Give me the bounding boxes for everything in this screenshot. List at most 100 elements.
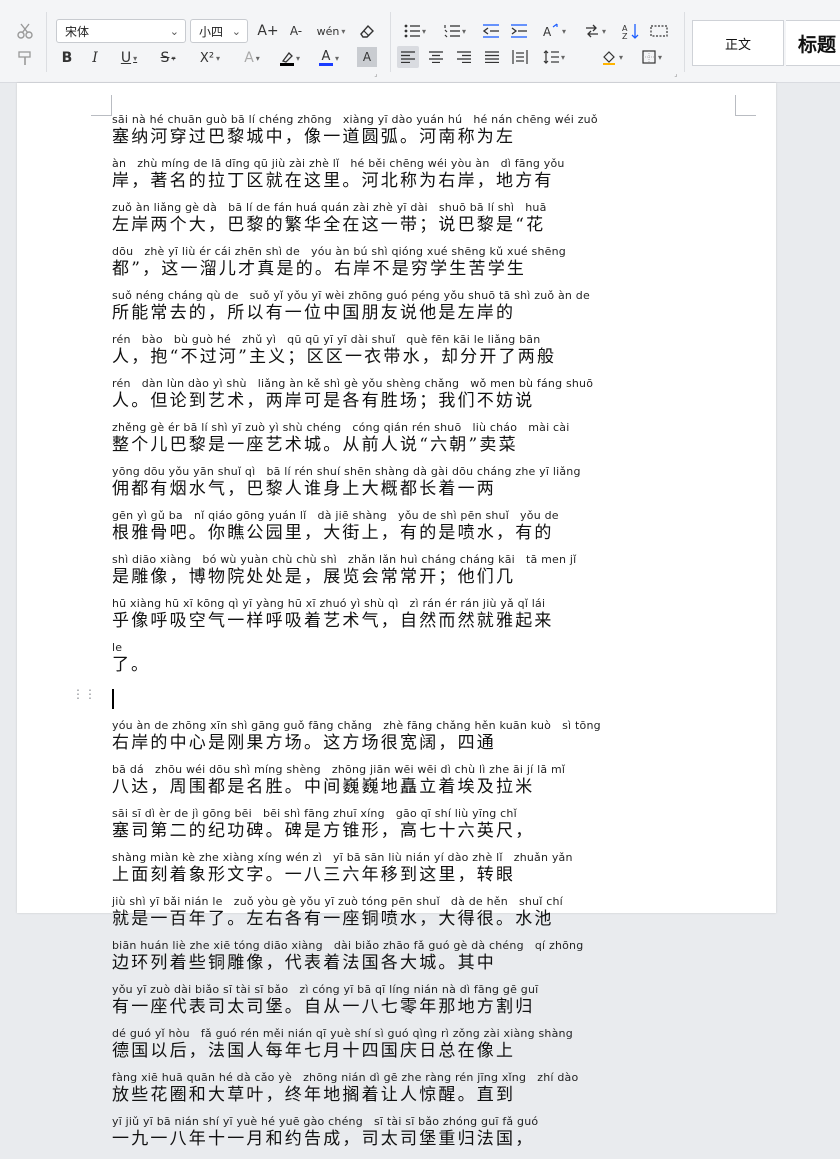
- chevron-down-icon[interactable]: ▾: [171, 54, 175, 63]
- align-center-button[interactable]: [425, 46, 447, 68]
- pinyin-text: dōu zhè yī liù ér cái zhēn shì de yóu àn…: [112, 245, 566, 258]
- chevron-down-icon[interactable]: ▾: [462, 27, 466, 36]
- ruby-line[interactable]: yǒu yī zuò dài biǎo sī tài sī bǎo zì cón…: [112, 983, 734, 1027]
- chevron-down-icon[interactable]: ▾: [562, 27, 566, 36]
- ruby-line[interactable]: sāi nà hé chuān guò bā lí chéng zhōng xi…: [112, 113, 734, 157]
- font-size-select[interactable]: 小四 ⌄: [190, 19, 248, 43]
- chevron-down-icon[interactable]: ⌄: [170, 25, 179, 38]
- bullet-list-button[interactable]: ▾: [400, 20, 430, 42]
- chevron-down-icon[interactable]: ▾: [422, 27, 426, 36]
- line-spacing-button[interactable]: ▾: [538, 46, 570, 68]
- chevron-down-icon[interactable]: ▾: [658, 53, 662, 62]
- document-body[interactable]: sāi nà hé chuān guò bā lí chéng zhōng xi…: [72, 113, 734, 1159]
- sort-icon: AZ: [622, 24, 639, 39]
- hanzi-text: 左岸两个大，巴黎的繁华全在这一带；说巴黎是“花: [112, 215, 546, 235]
- ruby-line[interactable]: shì diāo xiàng bó wù yuàn chù chù shì zh…: [112, 553, 734, 597]
- empty-paragraph[interactable]: ⋮⋮: [72, 685, 734, 719]
- ruby-line[interactable]: dōu zhè yī liù ér cái zhēn shì de yóu àn…: [112, 245, 734, 289]
- numbered-list-button[interactable]: ▾: [440, 20, 470, 42]
- chevron-down-icon[interactable]: ▾: [296, 54, 300, 63]
- highlight-button[interactable]: ▾: [274, 47, 306, 69]
- bold-button[interactable]: B: [56, 47, 78, 69]
- shrink-font-button[interactable]: A-: [285, 20, 307, 42]
- underline-button[interactable]: U ▾: [113, 47, 145, 69]
- font-dialog-launcher[interactable]: ⌟: [372, 70, 380, 78]
- paragraph[interactable]: yóu àn de zhōng xīn shì gāng guǒ fāng ch…: [112, 719, 734, 1159]
- chevron-down-icon[interactable]: ▾: [561, 53, 565, 62]
- chevron-down-icon[interactable]: ▾: [341, 27, 345, 36]
- ruby-line[interactable]: dé guó yǐ hòu fǎ guó rén měi nián qī yuè…: [112, 1027, 734, 1071]
- grow-font-button[interactable]: A+: [257, 20, 279, 42]
- hanzi-text: 岸，著名的拉丁区就在这里。河北称为右岸，地方有: [112, 171, 554, 191]
- ruby-line[interactable]: rén dàn lùn dào yì shù liǎng àn kě shì g…: [112, 377, 734, 421]
- document-area[interactable]: sāi nà hé chuān guò bā lí chéng zhōng xi…: [0, 83, 840, 1149]
- strikethrough-button[interactable]: S ▾: [152, 47, 184, 69]
- ruby-line[interactable]: yōng dōu yǒu yān shuǐ qì bā lí rén shuí …: [112, 465, 734, 509]
- margin-corner-top-left: [91, 95, 112, 116]
- char-shading-button[interactable]: A: [357, 47, 377, 67]
- ruby-line[interactable]: yóu àn de zhōng xīn shì gāng guǒ fāng ch…: [112, 719, 734, 763]
- pinyin-text: jiù shì yī bǎi nián le zuǒ yòu gè yǒu yī…: [112, 895, 563, 908]
- superscript-button[interactable]: X² ▾: [192, 47, 228, 69]
- chevron-down-icon[interactable]: ▾: [133, 54, 137, 63]
- phonetic-guide-button[interactable]: wén ▾: [313, 20, 349, 42]
- ruby-line[interactable]: yī jiǔ yī bā nián shí yī yuè hé yuē gào …: [112, 1115, 734, 1159]
- ruby-line[interactable]: rén bào bù guò hé zhǔ yì qū qū yī yī dài…: [112, 333, 734, 377]
- style-heading[interactable]: 标题: [786, 20, 840, 66]
- style-normal[interactable]: 正文: [692, 20, 784, 66]
- chevron-down-icon[interactable]: ▾: [216, 54, 220, 63]
- ruby-line[interactable]: àn zhù míng de lā dīng qū jiù zài zhè lǐ…: [112, 157, 734, 201]
- text-caret: [112, 689, 114, 709]
- chevron-down-icon[interactable]: ▾: [619, 53, 623, 62]
- ribbon-toolbar: 宋体 ⌄ 小四 ⌄ A+ A- wén ▾ B I U ▾ S ▾ X² ▾ A ▾ ▾ …: [0, 0, 840, 83]
- ruby-line[interactable]: shàng miàn kè zhe xiàng xíng wén zì yī b…: [112, 851, 734, 895]
- cut-button[interactable]: [14, 20, 36, 42]
- shading-button[interactable]: ▾: [596, 46, 628, 68]
- clear-format-button[interactable]: [356, 20, 378, 42]
- format-painter-icon: [18, 51, 31, 65]
- sort-button[interactable]: AZ: [620, 20, 642, 42]
- ruby-line[interactable]: gēn yì gǔ ba nǐ qiáo gōng yuán lǐ dà jiē…: [112, 509, 734, 553]
- chevron-down-icon[interactable]: ▾: [335, 54, 339, 63]
- ruby-line[interactable]: bā dá zhōu wéi dōu shì míng shèng zhōng …: [112, 763, 734, 807]
- format-painter-button[interactable]: [14, 48, 36, 70]
- hanzi-text: 一九一八年十一月和约告成，司太司堡重归法国，: [112, 1129, 535, 1149]
- ruby-line[interactable]: le 了。: [112, 641, 734, 685]
- increase-indent-button[interactable]: [508, 20, 530, 42]
- paragraph-dialog-launcher[interactable]: ⌟: [672, 70, 680, 78]
- bullet-list-icon: [404, 24, 420, 38]
- superscript-icon: X²: [199, 50, 215, 66]
- ruby-line[interactable]: jiù shì yī bǎi nián le zuǒ yòu gè yǒu yī…: [112, 895, 734, 939]
- text-direction-button[interactable]: ▾: [580, 20, 610, 42]
- ruby-line[interactable]: fàng xiē huā quān hé dà cǎo yè zhōng niá…: [112, 1071, 734, 1115]
- ruby-line[interactable]: biān huán liè zhe xiē tóng diāo xiàng dà…: [112, 939, 734, 983]
- distribute-button[interactable]: [509, 46, 531, 68]
- hanzi-text: 乎像呼吸空气一样呼吸着艺术气，自然而然就雅起来: [112, 611, 554, 631]
- font-color-button[interactable]: A ▾: [313, 47, 345, 69]
- chinese-layout-button[interactable]: A ▾: [538, 20, 570, 42]
- hanzi-text: 右岸的中心是刚果方场。这方场很宽阔，四通: [112, 733, 496, 753]
- borders-button[interactable]: ▾: [636, 46, 668, 68]
- ruby-line[interactable]: suǒ néng cháng qù de suǒ yǐ yǒu yī wèi z…: [112, 289, 734, 333]
- ruby-line[interactable]: hū xiàng hū xī kōng qì yī yàng hū xī zhu…: [112, 597, 734, 641]
- align-left-button[interactable]: [397, 46, 419, 68]
- font-name-select[interactable]: 宋体 ⌄: [56, 19, 186, 43]
- ruby-line[interactable]: sāi sī dì èr de jì gōng bēi bēi shì fāng…: [112, 807, 734, 851]
- italic-button[interactable]: I: [84, 47, 106, 69]
- numbered-list-icon: [444, 25, 460, 38]
- decrease-indent-button[interactable]: [480, 20, 502, 42]
- align-right-button[interactable]: [453, 46, 475, 68]
- chevron-down-icon[interactable]: ▾: [602, 27, 606, 36]
- show-marks-button[interactable]: [648, 20, 670, 42]
- document-page[interactable]: sāi nà hé chuān guò bā lí chéng zhōng xi…: [17, 83, 776, 1149]
- ruby-line[interactable]: zhěng gè ér bā lí shì yī zuò yì shù chén…: [112, 421, 734, 465]
- ruby-line[interactable]: zuǒ àn liǎng gè dà bā lí de fán huá quán…: [112, 201, 734, 245]
- font-color-icon: A: [318, 50, 333, 66]
- chevron-down-icon[interactable]: ▾: [256, 54, 260, 63]
- drag-handle-icon[interactable]: ⋮⋮: [72, 688, 96, 707]
- paragraph[interactable]: sāi nà hé chuān guò bā lí chéng zhōng xi…: [112, 113, 734, 685]
- text-effect-button[interactable]: A ▾: [236, 47, 268, 69]
- text-direction-icon: [585, 24, 598, 38]
- justify-button[interactable]: [481, 46, 503, 68]
- chevron-down-icon[interactable]: ⌄: [232, 25, 241, 38]
